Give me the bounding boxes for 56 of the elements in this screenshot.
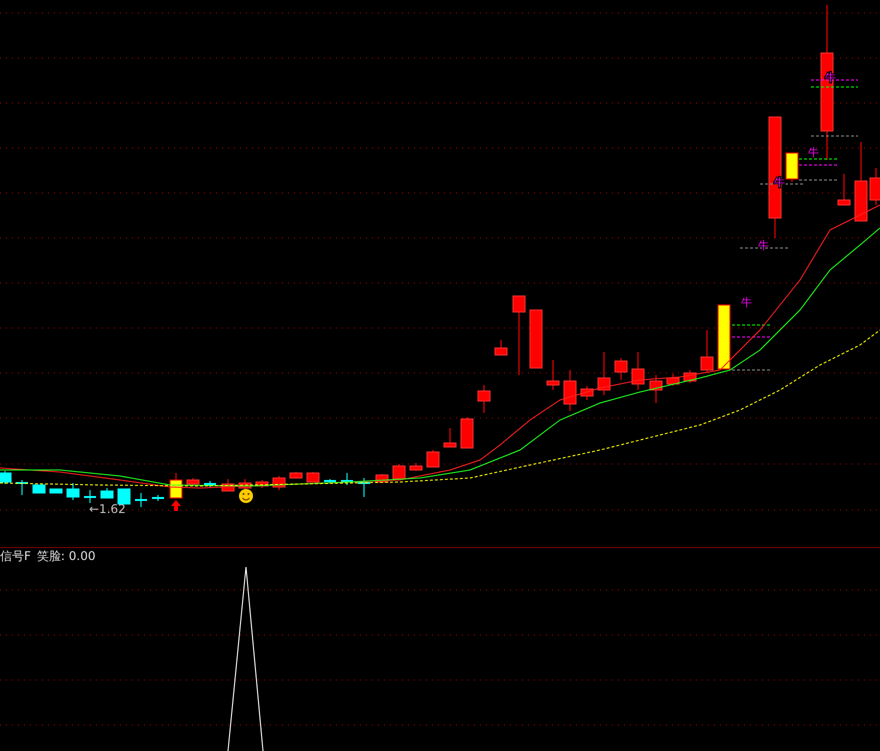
- signal-marker: 牛: [741, 297, 752, 309]
- candlestick: [838, 174, 850, 206]
- candlestick: [84, 490, 96, 504]
- smiley-face-icon: [239, 489, 253, 503]
- candlestick: [546, 360, 560, 390]
- candlestick: [152, 494, 164, 502]
- candlestick: [358, 478, 370, 498]
- price-level-line: [810, 86, 858, 88]
- candlestick: [718, 304, 730, 370]
- candlestick: [50, 488, 62, 494]
- candlestick: [135, 492, 147, 508]
- candlestick: [186, 478, 200, 486]
- candlestick: [306, 472, 320, 482]
- candlestick: [444, 428, 456, 448]
- candlestick: [666, 374, 680, 386]
- price-level-line: [732, 336, 772, 338]
- candlestick: [16, 480, 28, 496]
- indicator-title: 信号F: [0, 548, 31, 565]
- candlestick: [564, 370, 576, 412]
- candlestick: [684, 370, 696, 384]
- candlestick: [272, 476, 286, 490]
- candlestick: [786, 152, 798, 182]
- candlestick: [650, 374, 662, 404]
- price-level-line: [732, 324, 772, 326]
- candlestick: [426, 450, 440, 468]
- candlestick: [256, 480, 268, 488]
- candlestick: [341, 472, 353, 486]
- candlestick: [66, 482, 80, 500]
- price-level-line: [798, 164, 838, 166]
- candlestick: [870, 168, 880, 206]
- candlestick: [530, 310, 542, 368]
- candlestick: [118, 488, 130, 504]
- candlestick: [632, 352, 644, 390]
- candlestick: [478, 384, 490, 414]
- candlestick: [700, 330, 714, 372]
- candlestick: [598, 352, 610, 396]
- candlestick: [392, 464, 406, 480]
- candlestick: [0, 470, 12, 484]
- candlestick: [580, 386, 594, 400]
- price-annotation: ←1.62: [89, 502, 126, 516]
- candlestick: [100, 488, 114, 498]
- candlestick: [170, 472, 182, 498]
- candlestick: [204, 480, 216, 488]
- indicator-reading: 笑脸: 0.00: [36, 548, 96, 565]
- signal-marker: 牛: [758, 240, 769, 252]
- signal-marker: 牛: [808, 147, 819, 159]
- candlestick: [290, 472, 302, 478]
- candlestick: [222, 478, 234, 492]
- candlestick: [324, 478, 336, 484]
- price-level-line: [798, 158, 838, 160]
- candlestick: [614, 358, 628, 380]
- candlestick: [410, 462, 422, 472]
- candlestick: [494, 340, 508, 356]
- candlestick: [32, 484, 46, 494]
- up-arrow-icon: [171, 500, 181, 511]
- candlestick: [460, 416, 474, 448]
